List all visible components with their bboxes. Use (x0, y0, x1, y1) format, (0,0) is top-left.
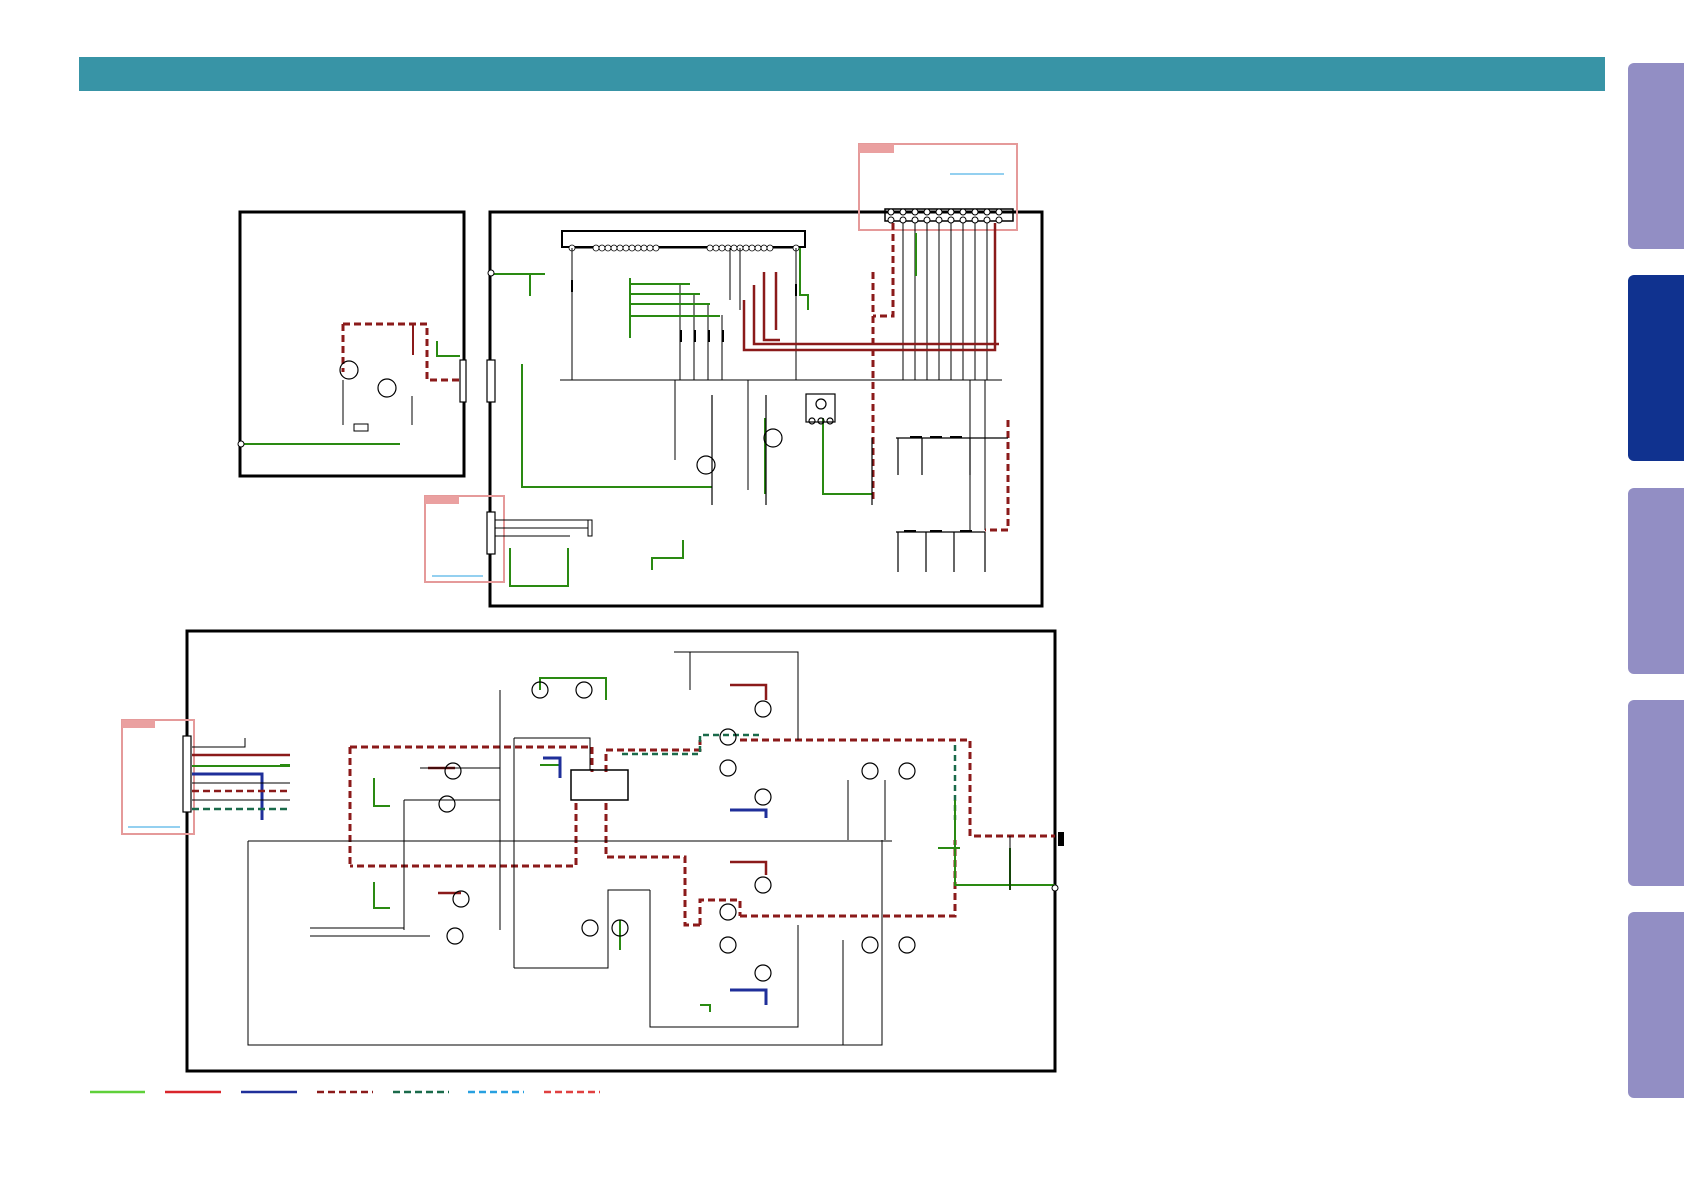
amp-green-dashed (622, 733, 957, 820)
main-board-resistors (571, 280, 972, 532)
amp-transistors (438, 681, 916, 982)
amp-green-wires (280, 677, 1055, 1012)
main-board-components (696, 393, 1008, 533)
board-amp-outline (185, 629, 1057, 1073)
board-left-outline (238, 210, 466, 478)
main-board-switches (897, 438, 986, 572)
schematic-diagram (90, 143, 1064, 1094)
amp-red-wires (428, 683, 768, 895)
red-dashed-wires-main (871, 223, 1010, 532)
display-module (561, 230, 806, 252)
amp-signal-bottom (604, 803, 957, 927)
green-wires-main (493, 233, 917, 587)
main-left-connector (486, 269, 593, 555)
amp-board-connector (182, 735, 290, 820)
amp-board-wiring (247, 651, 1011, 1046)
left-board-circuit (237, 322, 467, 448)
bus-lines (560, 223, 1002, 530)
